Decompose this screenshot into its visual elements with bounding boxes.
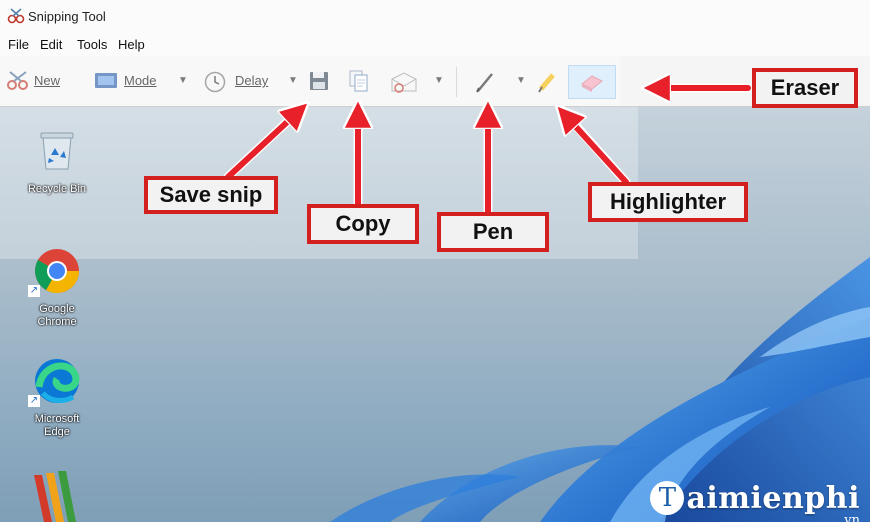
arrow-highlighter (566, 116, 629, 185)
arrow-save (225, 112, 298, 180)
callout-highlighter: Highlighter (588, 182, 748, 222)
callout-save-snip: Save snip (144, 176, 278, 214)
callout-copy: Copy (307, 204, 419, 244)
annotation-arrows (223, 0, 753, 227)
callout-pen: Pen (437, 212, 549, 252)
callout-eraser: Eraser (752, 68, 858, 108)
